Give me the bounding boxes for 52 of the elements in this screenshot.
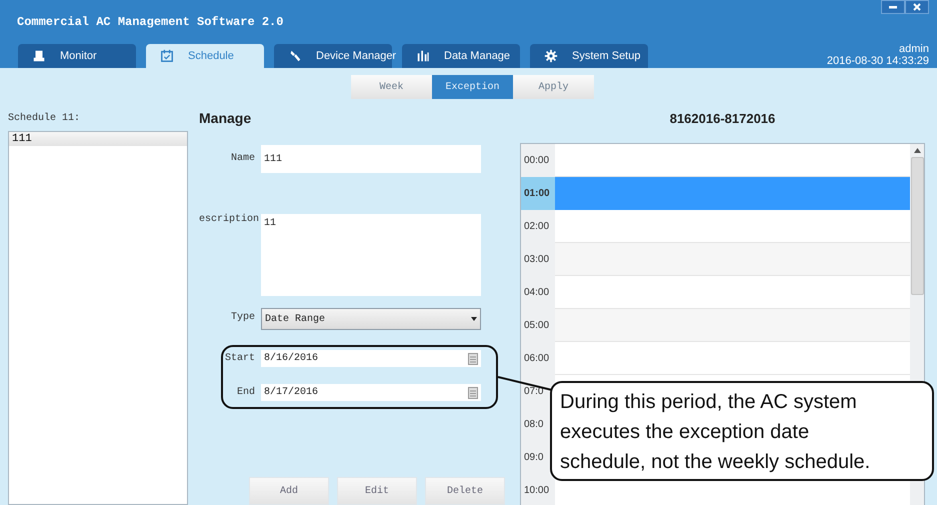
field-label: Type: [230, 311, 256, 323]
bar-chart-icon: [416, 49, 430, 63]
time-slot[interactable]: [555, 309, 910, 342]
time-label: 00:00: [524, 155, 550, 166]
action-button[interactable]: Delete: [425, 477, 505, 505]
nav-tab[interactable]: Monitor: [18, 44, 136, 68]
scrollbar-thumb[interactable]: [910, 157, 924, 295]
date-field[interactable]: 8/17/2016: [261, 384, 481, 401]
field-label: escription: [199, 214, 260, 225]
gear-icon: [544, 49, 558, 63]
view-tab[interactable]: Apply: [513, 75, 594, 99]
time-label: 10:00: [524, 485, 550, 496]
time-slot[interactable]: [555, 243, 910, 276]
list-label: Schedule 11:: [8, 112, 82, 126]
printer-icon: [32, 49, 46, 63]
time-label: 05:00: [524, 320, 550, 331]
callout-note: During this period, the AC system executes the exception date schedule, not the weekly schedule.: [550, 381, 934, 481]
description-field[interactable]: 11: [261, 214, 481, 296]
name-field[interactable]: 111: [261, 145, 481, 173]
selected-time-slot[interactable]: [555, 177, 910, 210]
time-label: 02:00: [524, 221, 550, 232]
nav-tab[interactable]: Schedule: [146, 44, 264, 68]
action-button[interactable]: Edit: [337, 477, 417, 505]
date-range-title: 8162016-8172016: [668, 110, 776, 128]
minimize-button[interactable]: [881, 0, 905, 14]
field-label: End: [236, 387, 256, 398]
time-label: 09:0: [524, 452, 544, 463]
time-label: 08:0: [524, 419, 544, 430]
time-label: 03:00: [524, 254, 550, 265]
field-label: Start: [224, 353, 256, 364]
list-item[interactable]: 111: [9, 132, 187, 146]
nav-tab[interactable]: Data Manage: [402, 44, 520, 68]
window-title: Commercial AC Management Software 2.0: [17, 15, 284, 29]
time-label: 06:00: [524, 353, 550, 364]
date-field[interactable]: 8/16/2016: [261, 350, 481, 367]
close-icon: [913, 3, 921, 11]
field-label: Name: [230, 152, 256, 164]
nav-tab[interactable]: System Setup: [530, 44, 648, 68]
wrench-icon: [288, 49, 302, 63]
time-label: 01:00: [524, 188, 550, 199]
time-label: 04:00: [524, 287, 550, 298]
close-button[interactable]: [905, 0, 929, 14]
minimize-icon: [889, 6, 897, 8]
user-name: admin: [899, 43, 929, 55]
view-tab[interactable]: Exception: [432, 75, 513, 99]
type-dropdown[interactable]: Date Range: [261, 308, 481, 330]
action-button[interactable]: Add: [249, 477, 329, 505]
caret-icon: [471, 317, 477, 321]
section-heading: Manage: [199, 109, 252, 128]
scroll-up-icon[interactable]: [914, 148, 920, 153]
view-tab[interactable]: Week: [351, 75, 432, 99]
date-time: 2016-08-30 14:33:29: [826, 55, 929, 67]
